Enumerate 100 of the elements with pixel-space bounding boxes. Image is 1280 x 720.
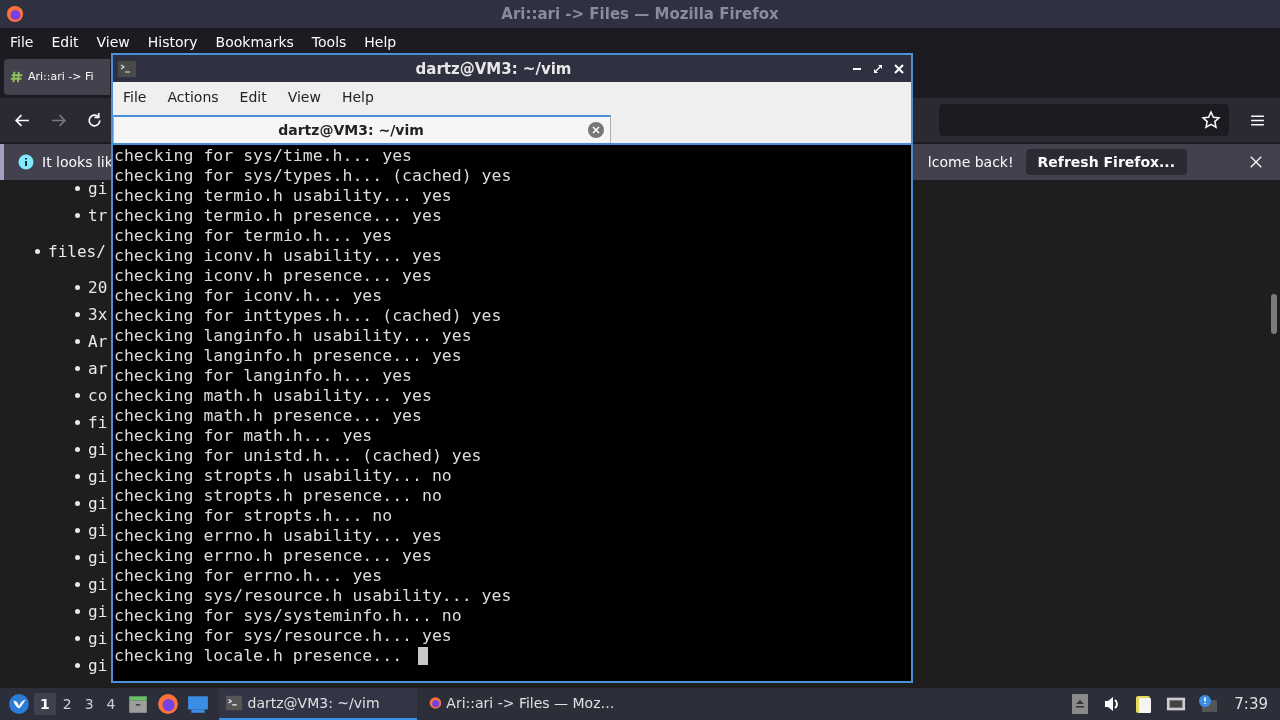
menu-item[interactable]: Edit bbox=[43, 33, 87, 50]
menu-item[interactable]: Edit bbox=[233, 89, 273, 105]
bullet-icon bbox=[35, 248, 40, 254]
terminal-tab[interactable]: dartz@VM3: ~/vim bbox=[113, 115, 611, 143]
output-line: checking math.h usability... yes bbox=[114, 386, 432, 406]
reload-icon[interactable] bbox=[86, 111, 103, 129]
bullet-icon bbox=[75, 312, 80, 317]
output-line: checking termio.h presence... yes bbox=[114, 206, 442, 226]
bullet-icon bbox=[75, 285, 80, 290]
bullet-icon bbox=[75, 366, 80, 371]
output-line: checking stropts.h usability... no bbox=[114, 466, 452, 486]
bullet-icon bbox=[75, 420, 80, 425]
link[interactable]: Ar bbox=[88, 332, 108, 351]
bullet-icon bbox=[75, 339, 80, 344]
link[interactable]: 3x bbox=[88, 305, 108, 324]
firefox-icon[interactable] bbox=[156, 693, 179, 715]
link[interactable]: gi bbox=[88, 575, 108, 594]
output-line: checking for unistd.h... (cached) yes bbox=[114, 446, 482, 466]
menu-item[interactable]: Bookmarks bbox=[207, 33, 302, 50]
output-line: checking for math.h... yes bbox=[114, 426, 373, 446]
maximize-icon[interactable] bbox=[872, 62, 884, 75]
eject-icon[interactable] bbox=[1070, 694, 1091, 714]
bullet-icon bbox=[75, 609, 80, 614]
address-field[interactable] bbox=[939, 104, 1229, 136]
output-line: checking stropts.h presence... no bbox=[114, 486, 442, 506]
link[interactable]: gi bbox=[88, 602, 108, 621]
menu-item[interactable]: File bbox=[117, 89, 153, 105]
notification-text: lcome back! bbox=[927, 154, 1014, 170]
output-line: checking for sys/types.h... (cached) yes bbox=[114, 166, 512, 186]
output-line: checking langinfo.h presence... yes bbox=[114, 346, 462, 366]
link[interactable]: fi bbox=[88, 413, 108, 432]
close-icon[interactable] bbox=[893, 62, 905, 75]
menu-item[interactable]: View bbox=[88, 33, 138, 50]
close-icon[interactable] bbox=[1249, 155, 1263, 169]
output-line: checking for sys/time.h... yes bbox=[114, 146, 412, 166]
text-cursor bbox=[418, 647, 428, 665]
output-line: checking locale.h presence... bbox=[114, 646, 404, 666]
bullet-icon bbox=[75, 186, 80, 191]
task-button[interactable]: Ari::ari -> Files — Moz… bbox=[422, 688, 621, 720]
link[interactable]: 20 bbox=[88, 278, 108, 297]
output-line: checking langinfo.h usability... yes bbox=[114, 326, 472, 346]
output-line: checking for iconv.h... yes bbox=[114, 286, 383, 306]
workspace-button[interactable]: 4 bbox=[100, 693, 122, 715]
workspace-button[interactable]: 1 bbox=[34, 693, 56, 715]
output-line: checking errno.h usability... yes bbox=[114, 526, 442, 546]
terminal-icon bbox=[224, 694, 243, 712]
link[interactable]: gi bbox=[88, 629, 108, 648]
bullet-icon bbox=[75, 474, 80, 479]
output-line: checking for stropts.h... no bbox=[114, 506, 393, 526]
menu-item[interactable]: Tools bbox=[303, 33, 355, 50]
window-title: dartz@VM3: ~/vim bbox=[414, 59, 573, 78]
link[interactable]: ar bbox=[88, 359, 108, 378]
scrollbar[interactable] bbox=[1271, 294, 1277, 334]
output-line: checking sys/resource.h usability... yes bbox=[114, 586, 512, 606]
bullet-icon bbox=[75, 393, 80, 398]
bullet-icon bbox=[75, 528, 80, 533]
link[interactable]: gi bbox=[88, 521, 108, 540]
hash-icon bbox=[10, 69, 24, 84]
output-line: checking for sys/systeminfo.h... no bbox=[114, 606, 462, 626]
menu-item[interactable]: View bbox=[281, 89, 327, 105]
link[interactable]: gi bbox=[88, 467, 108, 486]
menu-item[interactable]: Actions bbox=[161, 89, 225, 105]
output-line: checking for errno.h... yes bbox=[114, 566, 383, 586]
workspace-button[interactable]: 2 bbox=[56, 693, 78, 715]
menu-item[interactable]: File bbox=[2, 33, 42, 50]
link[interactable]: gi bbox=[88, 182, 108, 198]
link[interactable]: files/ bbox=[48, 241, 106, 261]
output-line: checking for sys/resource.h... yes bbox=[114, 626, 452, 646]
file-cabinet-icon[interactable] bbox=[126, 693, 149, 715]
desktop-icon[interactable] bbox=[186, 693, 209, 715]
terminal-icon bbox=[118, 60, 136, 77]
firefox-icon bbox=[428, 694, 442, 712]
link[interactable]: gi bbox=[88, 440, 108, 459]
browser-tab[interactable]: Ari::ari -> Fi bbox=[4, 58, 110, 95]
bullet-icon bbox=[75, 582, 80, 587]
refresh-button[interactable]: Refresh Firefox... bbox=[1025, 149, 1187, 175]
output-line: checking for termio.h... yes bbox=[114, 226, 393, 246]
output-line: checking iconv.h presence... yes bbox=[114, 266, 432, 286]
window-title: Ari::ari -> Files — Mozilla Firefox bbox=[500, 5, 780, 23]
link[interactable]: gi bbox=[88, 656, 108, 675]
link[interactable]: gi bbox=[88, 494, 108, 513]
bullet-icon bbox=[75, 636, 80, 641]
output-line: checking errno.h presence... yes bbox=[114, 546, 432, 566]
notification-text: It looks lik bbox=[42, 154, 113, 170]
clock: 7:39 bbox=[1234, 695, 1268, 713]
task-button[interactable]: dartz@VM3: ~/vim bbox=[218, 688, 417, 720]
bullet-icon bbox=[75, 555, 80, 560]
menu-item[interactable]: History bbox=[139, 33, 206, 50]
output-line: checking for inttypes.h... (cached) yes bbox=[114, 306, 502, 326]
workspace-button[interactable]: 3 bbox=[78, 693, 100, 715]
menu-item[interactable]: Help bbox=[356, 33, 405, 50]
notification-icon[interactable] bbox=[1198, 694, 1219, 714]
output-line: checking for langinfo.h... yes bbox=[114, 366, 412, 386]
link[interactable]: gi bbox=[88, 548, 108, 567]
bullet-icon bbox=[75, 447, 80, 452]
menu-item[interactable]: Help bbox=[335, 89, 380, 105]
link[interactable]: co bbox=[88, 386, 108, 405]
star-icon[interactable] bbox=[1201, 110, 1221, 130]
link[interactable]: tr bbox=[88, 206, 108, 225]
info-icon bbox=[18, 154, 34, 170]
